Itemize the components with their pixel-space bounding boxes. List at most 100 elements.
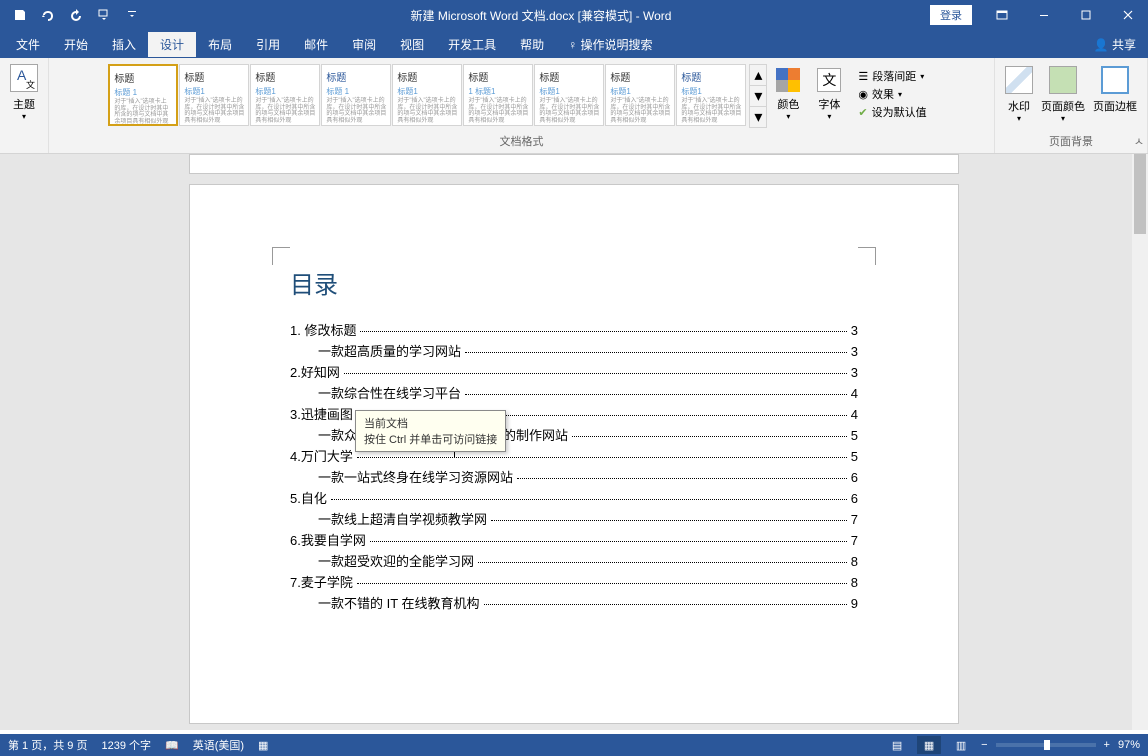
menu-layout[interactable]: 布局 <box>196 32 244 57</box>
toc-entry[interactable]: 2.好知网3 <box>290 362 858 381</box>
chevron-down-icon: ▾ <box>786 112 790 121</box>
menu-mailings[interactable]: 邮件 <box>292 32 340 57</box>
zoom-level[interactable]: 97% <box>1118 739 1140 751</box>
titlebar: 新建 Microsoft Word 文档.docx [兼容模式] - Word … <box>0 0 1148 30</box>
document-page[interactable]: 目录 1. 修改标题3 一款超高质量的学习网站3 2.好知网3 一款综合性在线学习平台… <box>189 184 959 724</box>
hyperlink-tooltip: 当前文档 按住 Ctrl 并单击可访问链接 <box>355 410 506 452</box>
toc-entry[interactable]: 7.麦子学院8 <box>290 572 858 591</box>
gallery-up-button[interactable]: ▴ <box>750 65 766 86</box>
menu-insert[interactable]: 插入 <box>100 32 148 57</box>
set-default-button[interactable]: ✔ 设为默认值 <box>858 104 926 120</box>
effects-button[interactable]: ◉ 效果▾ <box>858 86 926 102</box>
page-color-button[interactable]: 页面颜色 ▾ <box>1039 64 1087 125</box>
margin-marker <box>272 247 290 265</box>
window-title: 新建 Microsoft Word 文档.docx [兼容模式] - Word <box>152 7 930 24</box>
menu-references[interactable]: 引用 <box>244 32 292 57</box>
document-area[interactable]: 目录 1. 修改标题3 一款超高质量的学习网站3 2.好知网3 一款综合性在线学习平台… <box>0 154 1148 730</box>
menu-share[interactable]: 👤 共享 <box>1094 36 1148 53</box>
zoom-thumb[interactable] <box>1044 740 1050 750</box>
toc-entry[interactable]: 一款不错的 IT 在线教育机构9 <box>290 593 858 612</box>
page-border-button[interactable]: 页面边框 <box>1091 64 1139 125</box>
menu-design[interactable]: 设计 <box>148 32 196 57</box>
format-gallery-item[interactable]: 标题标题1对于"插入"选项卡上的库，在设计时其中所含的项与文档中其余项目具有相似… <box>534 64 604 126</box>
read-mode-button[interactable]: ▤ <box>885 736 909 754</box>
format-gallery-item[interactable]: 标题标题1对于"插入"选项卡上的库，在设计时其中所含的项与文档中其余项目具有相似… <box>605 64 675 126</box>
menu-file[interactable]: 文件 <box>4 32 52 57</box>
language-indicator[interactable]: 英语(美国) <box>193 737 244 753</box>
check-icon: ✔ <box>858 106 867 119</box>
ribbon-group-format: 标题标题 1对于"插入"选项卡上的库，在设计时其中所含的项与文档中其余项目具有相… <box>49 58 995 153</box>
menubar: 文件 开始 插入 设计 布局 引用 邮件 审阅 视图 开发工具 帮助 ♀ 操作说… <box>0 30 1148 58</box>
macro-icon[interactable]: ▦ <box>258 739 268 752</box>
watermark-button[interactable]: 水印 ▾ <box>1003 64 1035 125</box>
proofing-icon[interactable]: 📖 <box>165 739 179 752</box>
theme-button[interactable]: 主题 ▾ <box>6 60 42 125</box>
save-button[interactable] <box>8 3 32 27</box>
format-settings: ☰ 段落间距▾ ◉ 效果▾ ✔ 设为默认值 <box>850 64 934 128</box>
share-icon: 👤 <box>1094 38 1109 52</box>
ribbon: 主题 ▾ 标题标题 1对于"插入"选项卡上的库，在设计时其中所含的项与文档中其余… <box>0 58 1148 154</box>
ribbon-group-page-background: 水印 ▾ 页面颜色 ▾ 页面边框 页面背景 <box>995 58 1148 153</box>
menu-developer[interactable]: 开发工具 <box>436 32 508 57</box>
maximize-button[interactable] <box>1066 0 1106 30</box>
margin-marker <box>858 247 876 265</box>
qat-more-button[interactable] <box>92 3 116 27</box>
gallery-more-button[interactable]: ▾ <box>750 107 766 127</box>
toc-entry[interactable]: 6.我要自学网7 <box>290 530 858 549</box>
toc-heading[interactable]: 目录 <box>290 265 858 300</box>
theme-icon <box>10 64 38 92</box>
vertical-scrollbar[interactable] <box>1132 154 1148 730</box>
previous-page <box>189 154 959 174</box>
watermark-icon <box>1005 66 1033 94</box>
ribbon-group-theme: 主题 ▾ <box>0 58 49 153</box>
redo-button[interactable] <box>64 3 88 27</box>
colors-button[interactable]: 颜色 ▾ <box>768 64 808 128</box>
page-indicator[interactable]: 第 1 页，共 9 页 <box>8 737 87 753</box>
chevron-down-icon: ▾ <box>1017 114 1021 123</box>
para-spacing-icon: ☰ <box>858 70 868 83</box>
gallery-down-button[interactable]: ▾ <box>750 86 766 107</box>
toc-entry[interactable]: 1. 修改标题3 <box>290 320 858 339</box>
zoom-out-button[interactable]: − <box>981 739 987 751</box>
undo-button[interactable] <box>36 3 60 27</box>
web-layout-button[interactable]: ▥ <box>949 736 973 754</box>
format-gallery-item[interactable]: 标题标题1对于"插入"选项卡上的库，在设计时其中所含的项与文档中其余项目具有相似… <box>392 64 462 126</box>
toc-entry[interactable]: 一款超高质量的学习网站3 <box>290 341 858 360</box>
fonts-button[interactable]: 文 字体 ▾ <box>809 64 849 128</box>
statusbar: 第 1 页，共 9 页 1239 个字 📖 英语(美国) ▦ ▤ ▦ ▥ − +… <box>0 734 1148 756</box>
format-gallery-item[interactable]: 标题1 标题1对于"插入"选项卡上的库，在设计时其中所含的项与文档中其余项目具有… <box>463 64 533 126</box>
format-gallery-item[interactable]: 标题标题 1对于"插入"选项卡上的库，在设计时其中所含的项与文档中其余项目具有相… <box>321 64 391 126</box>
zoom-in-button[interactable]: + <box>1104 739 1110 751</box>
toc-entry[interactable]: 5.自化6 <box>290 488 858 507</box>
menu-review[interactable]: 审阅 <box>340 32 388 57</box>
gallery-scroll: ▴ ▾ ▾ <box>749 64 767 128</box>
format-gallery-item[interactable]: 标题标题1对于"插入"选项卡上的库，在设计时其中所含的项与文档中其余项目具有相似… <box>676 64 746 126</box>
word-count[interactable]: 1239 个字 <box>101 737 151 753</box>
print-layout-button[interactable]: ▦ <box>917 736 941 754</box>
ribbon-display-button[interactable] <box>982 0 1022 30</box>
format-gallery-item[interactable]: 标题标题 1对于"插入"选项卡上的库，在设计时其中所含的项与文档中其余项目具有相… <box>108 64 178 126</box>
page-color-icon <box>1049 66 1077 94</box>
collapse-ribbon-button[interactable]: ㅅ <box>1134 133 1144 149</box>
toc-entry[interactable]: 一款超受欢迎的全能学习网8 <box>290 551 858 570</box>
toc-entry[interactable]: 一款线上超清自学视频教学网7 <box>290 509 858 528</box>
format-gallery-item[interactable]: 标题标题1对于"插入"选项卡上的库，在设计时其中所含的项与文档中其余项目具有相似… <box>250 64 320 126</box>
fonts-icon: 文 <box>817 68 841 92</box>
zoom-slider[interactable] <box>996 743 1096 747</box>
format-gallery-item[interactable]: 标题标题1对于"插入"选项卡上的库，在设计时其中所含的项与文档中其余项目具有相似… <box>179 64 249 126</box>
minimize-button[interactable] <box>1024 0 1064 30</box>
menu-home[interactable]: 开始 <box>52 32 100 57</box>
menu-view[interactable]: 视图 <box>388 32 436 57</box>
qat-customize-button[interactable] <box>120 3 144 27</box>
lightbulb-icon: ♀ <box>568 38 577 52</box>
format-gallery: 标题标题 1对于"插入"选项卡上的库，在设计时其中所含的项与文档中其余项目具有相… <box>108 60 934 132</box>
close-button[interactable] <box>1108 0 1148 30</box>
toc-entry[interactable]: 一款一站式终身在线学习资源网站6 <box>290 467 858 486</box>
toc-entry[interactable]: 一款综合性在线学习平台4 <box>290 383 858 402</box>
menu-help[interactable]: 帮助 <box>508 32 556 57</box>
menu-tellme[interactable]: ♀ 操作说明搜索 <box>556 32 664 57</box>
login-button[interactable]: 登录 <box>930 5 972 25</box>
page-border-icon <box>1101 66 1129 94</box>
scrollbar-thumb[interactable] <box>1134 154 1146 234</box>
paragraph-spacing-button[interactable]: ☰ 段落间距▾ <box>858 68 926 84</box>
